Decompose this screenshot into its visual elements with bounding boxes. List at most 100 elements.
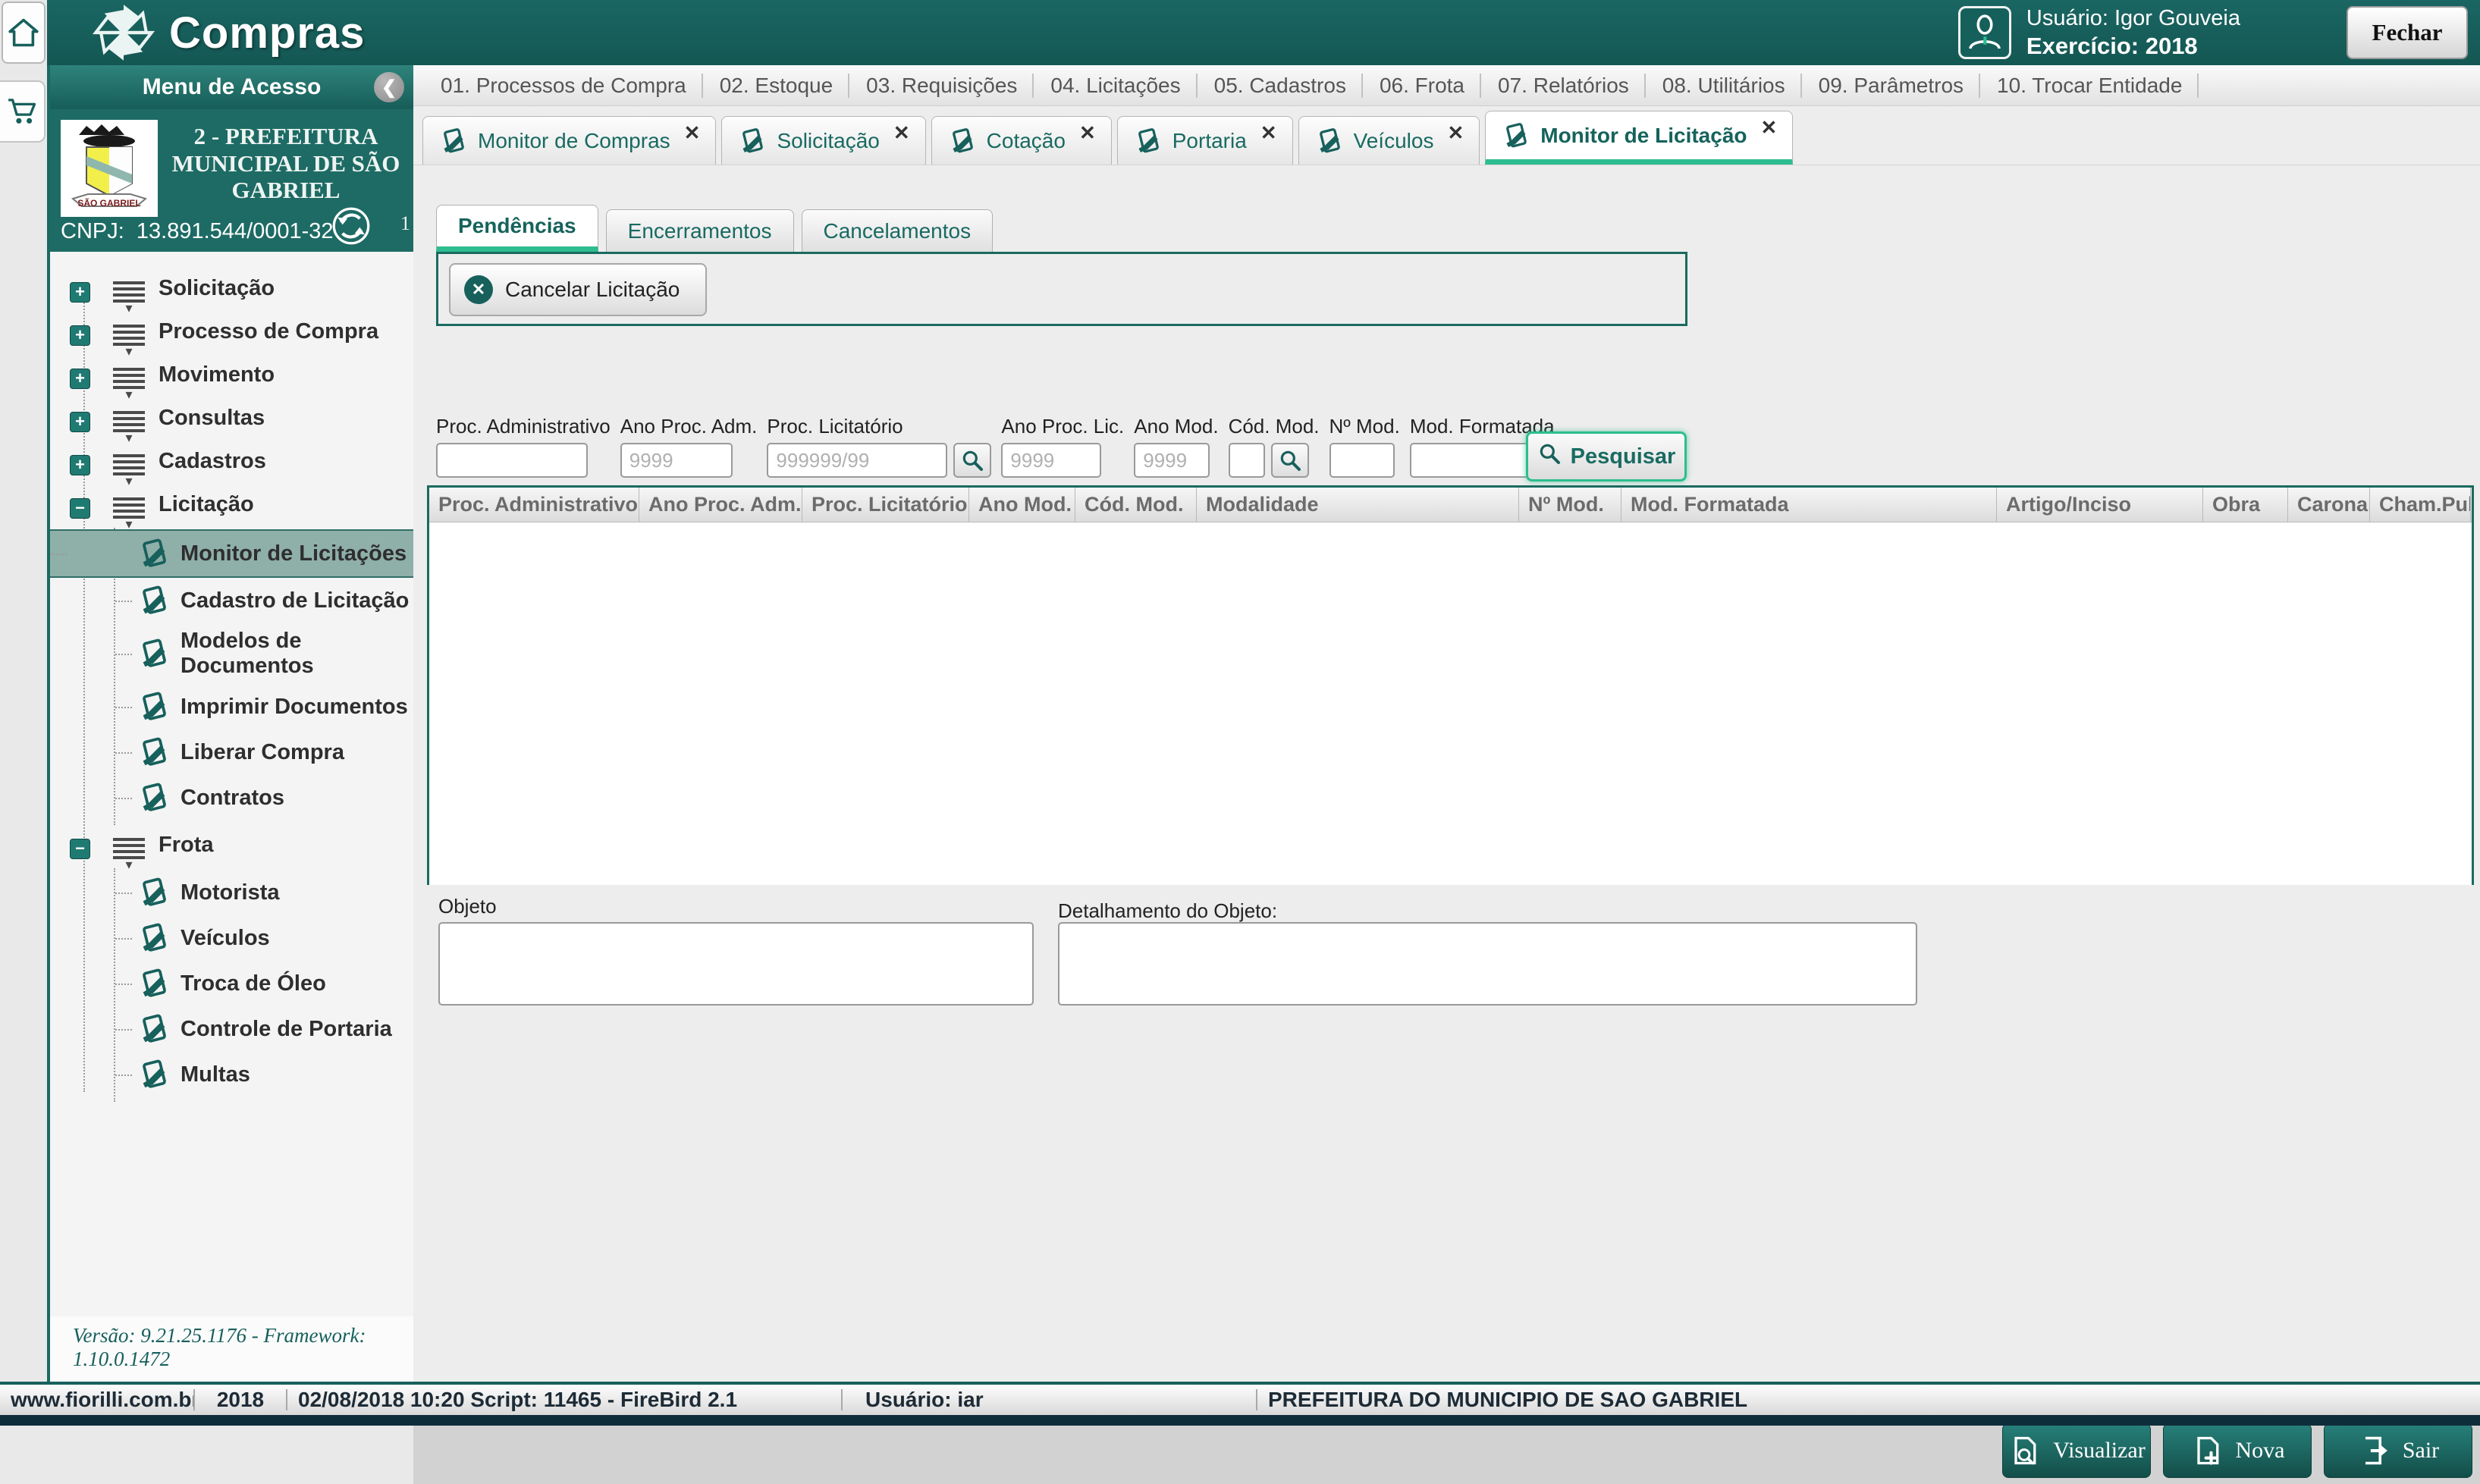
tab-portaria[interactable]: Portaria✕ — [1117, 116, 1293, 165]
cart-tab[interactable] — [0, 80, 46, 143]
column-header-modalidade[interactable]: Modalidade — [1197, 488, 1519, 522]
home-button[interactable] — [2, 2, 46, 64]
column-header-proc-administrativo[interactable]: Proc. Administrativo — [429, 488, 639, 522]
menu-item-09-parametros[interactable]: 09. Parâmetros — [1802, 66, 1980, 105]
menu-item-05-cadastros[interactable]: 05. Cadastros — [1198, 66, 1363, 105]
menu-item-04-licitacoes[interactable]: 04. Licitações — [1034, 66, 1197, 105]
column-header-proc-licitatorio[interactable]: Proc. Licitatório — [802, 488, 969, 522]
tab-veiculos[interactable]: Veículos✕ — [1298, 116, 1480, 165]
menu-item-07-relatorios[interactable]: 07. Relatórios — [1481, 66, 1646, 105]
subtab-cancelamentos[interactable]: Cancelamentos — [802, 209, 994, 252]
collapse-box-icon[interactable]: − — [70, 839, 90, 859]
footer-button-label: Nova — [2236, 1438, 2285, 1464]
tab-monitor-de-compras[interactable]: Monitor de Compras✕ — [422, 116, 716, 165]
expand-box-icon[interactable]: + — [70, 412, 90, 432]
tree-item-label: Controle de Portaria — [181, 1017, 392, 1042]
app-header: Compras Usuário: Igor Gouveia Exercício:… — [47, 0, 2480, 65]
tab-cotacao[interactable]: Cotação✕ — [931, 116, 1112, 165]
exercise-year: Exercício: 2018 — [2026, 32, 2240, 61]
tree-item-label: Liberar Compra — [181, 740, 344, 765]
menu-item-02-estoque[interactable]: 02. Estoque — [703, 66, 849, 105]
tree-item-cadastro-de-licitacao[interactable]: Cadastro de Licitação — [115, 578, 413, 623]
subtab-pendencias[interactable]: Pendências — [436, 205, 598, 252]
filter-input-ano-mod[interactable] — [1134, 443, 1210, 478]
lookup-button-cod-mod[interactable] — [1271, 443, 1309, 478]
expand-box-icon[interactable]: + — [70, 369, 90, 389]
column-header-carona[interactable]: Carona — [2288, 488, 2370, 522]
tree-item-veiculos[interactable]: Veículos — [115, 915, 413, 961]
expand-box-icon[interactable]: + — [70, 455, 90, 475]
tree-item-frota[interactable]: − Frota — [50, 825, 413, 868]
tree-item-liberar-compra[interactable]: Liberar Compra — [115, 729, 413, 775]
filter-input-ano-proc-lic[interactable] — [1001, 443, 1101, 478]
filter-input-n-mod[interactable] — [1329, 443, 1395, 478]
column-header-cham-pub[interactable]: Cham.Pub. — [2370, 488, 2471, 522]
menu-item-10-trocar-entidade[interactable]: 10. Trocar Entidade — [1980, 66, 2199, 105]
tree-item-label: Consultas — [159, 406, 265, 438]
tree-item-cadastros[interactable]: +Cadastros — [50, 441, 413, 485]
tree-item-controle-de-portaria[interactable]: Controle de Portaria — [115, 1006, 413, 1052]
table-body[interactable] — [429, 522, 2472, 885]
column-header-ano-mod[interactable]: Ano Mod. — [969, 488, 1075, 522]
column-header-ano-proc-adm[interactable]: Ano Proc. Adm. — [639, 488, 802, 522]
tree-item-label: Frota — [159, 833, 214, 865]
cancelar-licitacao-button[interactable]: ✕ Cancelar Licitação — [449, 263, 707, 316]
tab-close-icon[interactable]: ✕ — [893, 121, 910, 145]
doc-pencil-icon — [137, 875, 171, 910]
fechar-button[interactable]: Fechar — [2347, 6, 2468, 59]
entity-badge: 1 — [400, 212, 410, 235]
detalhamento-textarea[interactable] — [1058, 922, 1917, 1006]
tree-item-solicitacao[interactable]: +Solicitação — [50, 268, 413, 312]
pesquisar-button[interactable]: Pesquisar — [1526, 431, 1687, 482]
status-segment-0: www.fiorilli.com.br — [0, 1388, 193, 1412]
filter-input-cod-mod[interactable] — [1229, 443, 1265, 478]
column-header-mod-formatada[interactable]: Mod. Formatada — [1621, 488, 1997, 522]
sidebar-collapse-button[interactable]: ❮ — [374, 72, 404, 102]
collapse-box-icon[interactable]: − — [70, 498, 90, 519]
tree-item-monitor-de-licitacoes[interactable]: Monitor de Licitações — [50, 529, 413, 578]
column-header-artigo-inciso[interactable]: Artigo/Inciso — [1997, 488, 2203, 522]
subtab-encerramentos[interactable]: Encerramentos — [606, 209, 794, 252]
nova-button[interactable]: Nova — [2163, 1423, 2312, 1478]
tab-close-icon[interactable]: ✕ — [684, 121, 701, 145]
tab-solicitacao[interactable]: Solicitação✕ — [721, 116, 925, 165]
tree-item-consultas[interactable]: + Consultas — [50, 398, 413, 441]
column-header-cod-mod[interactable]: Cód. Mod. — [1075, 488, 1197, 522]
tab-close-icon[interactable]: ✕ — [1260, 121, 1277, 145]
tree-item-motorista[interactable]: Motorista — [115, 870, 413, 915]
tree-item-licitacao[interactable]: −Licitação — [50, 485, 413, 528]
table-header-row: Proc. AdministrativoAno Proc. Adm.Proc. … — [429, 488, 2472, 522]
menu-item-06-frota[interactable]: 06. Frota — [1363, 66, 1481, 105]
filter-input-ano-proc-adm[interactable] — [620, 443, 733, 478]
refresh-entity-button[interactable] — [331, 206, 371, 246]
filter-input-proc-licitatorio[interactable] — [767, 443, 947, 478]
expand-box-icon[interactable]: + — [70, 325, 90, 346]
doc-plus-icon — [2190, 1434, 2224, 1467]
user-name: Usuário: Igor Gouveia — [2026, 5, 2240, 32]
tab-close-icon[interactable]: ✕ — [1447, 121, 1464, 145]
filter-input-proc-administrativo[interactable] — [436, 443, 588, 478]
tree-item-troca-de-oleo[interactable]: Troca de Óleo — [115, 961, 413, 1006]
menu-item-01-processos-de-compra[interactable]: 01. Processos de Compra — [424, 66, 703, 105]
tab-monitor-de-licitacao[interactable]: Monitor de Licitação✕ — [1485, 111, 1793, 165]
tree-item-processo-de-compra[interactable]: +Processo de Compra — [50, 312, 413, 355]
doc-pencil-icon — [1501, 121, 1531, 151]
visualizar-button[interactable]: Visualizar — [2002, 1423, 2151, 1478]
objeto-textarea[interactable] — [438, 922, 1034, 1006]
lookup-button-proc-licitatorio[interactable] — [953, 443, 991, 478]
menu-item-03-requisicoes[interactable]: 03. Requisições — [849, 66, 1034, 105]
expand-box-icon[interactable]: + — [70, 282, 90, 303]
tree-item-modelos-de-documentos[interactable]: Modelos de Documentos — [115, 623, 413, 684]
filter-label: Nº Mod. — [1329, 415, 1400, 438]
tab-close-icon[interactable]: ✕ — [1761, 116, 1778, 140]
tree-item-imprimir-documentos[interactable]: Imprimir Documentos — [115, 684, 413, 729]
column-header-n-mod[interactable]: Nº Mod. — [1519, 488, 1621, 522]
menu-item-08-utilitarios[interactable]: 08. Utilitários — [1646, 66, 1802, 105]
filter-label: Ano Proc. Lic. — [1001, 415, 1124, 438]
tree-item-movimento[interactable]: +Movimento — [50, 355, 413, 398]
tree-item-contratos[interactable]: Contratos — [115, 775, 413, 820]
sair-button[interactable]: Sair — [2324, 1423, 2472, 1478]
tab-close-icon[interactable]: ✕ — [1079, 121, 1096, 145]
tree-item-multas[interactable]: Multas — [115, 1052, 413, 1097]
column-header-obra[interactable]: Obra — [2203, 488, 2288, 522]
